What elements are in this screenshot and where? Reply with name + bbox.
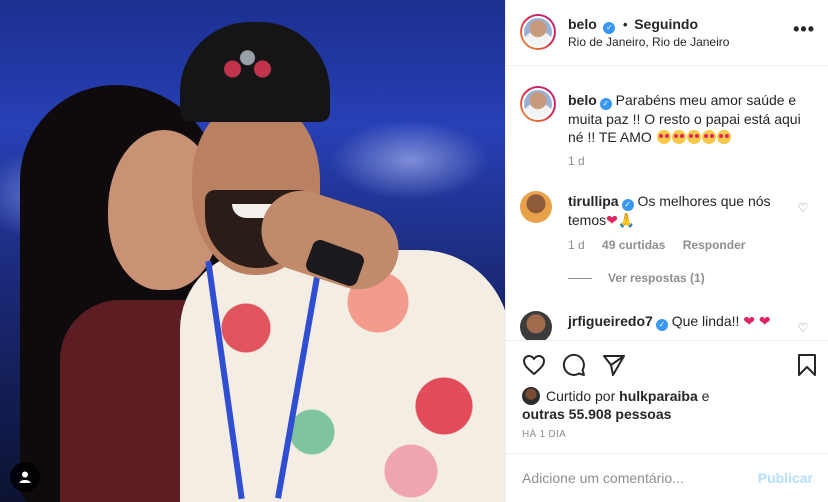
caption-avatar[interactable] [520, 86, 556, 122]
red-heart-emoji-icon: ❤ [743, 313, 756, 329]
verified-badge-icon: ✓ [599, 98, 612, 110]
author-avatar[interactable] [520, 14, 556, 50]
location-link[interactable]: Rio de Janeiro, Rio de Janeiro [568, 35, 729, 49]
publish-button[interactable]: Publicar [758, 470, 813, 486]
likes-summary: Curtido por hulkparaiba e outras 55.908 … [522, 387, 812, 423]
heart-eyes-emoji-icon [716, 130, 731, 144]
more-options-icon[interactable]: ••• [793, 20, 815, 38]
liker-avatar[interactable] [522, 387, 540, 405]
action-bar [522, 353, 817, 379]
liked-by-user[interactable]: hulkparaiba [619, 388, 698, 404]
separator: • [623, 17, 628, 32]
verified-badge-icon: ✓ [603, 22, 616, 34]
comment-username[interactable]: tirullipa [568, 193, 619, 209]
caption-time: 1 d [568, 154, 585, 168]
post-timestamp[interactable]: HÁ 1 DIA [522, 429, 566, 440]
user-tag-icon [19, 471, 31, 483]
following-button[interactable]: Seguindo [634, 16, 698, 32]
liked-by-and: e [701, 388, 710, 404]
share-paper-plane-icon[interactable] [602, 353, 626, 377]
post-photo[interactable] [0, 0, 505, 502]
post-sidebar: belo ✓ • Seguindo Rio de Janeiro, Rio de… [505, 0, 828, 502]
heart-eyes-emoji-icon [656, 130, 671, 144]
verified-badge-icon: ✓ [621, 199, 634, 211]
verified-badge-icon: ✓ [655, 319, 668, 331]
replies-line [568, 278, 592, 280]
caption-text: belo ✓ Parabéns meu amor saúde e muita pa… [568, 91, 808, 146]
liked-by-prefix: Curtido por [546, 388, 616, 404]
add-comment-bar: Publicar [506, 453, 828, 501]
author-username[interactable]: belo [568, 16, 597, 32]
like-heart-icon[interactable] [522, 353, 546, 377]
post-actions: Curtido por hulkparaiba e outras 55.908 … [506, 340, 828, 500]
comment-input[interactable] [522, 468, 742, 488]
photo-floral-shirt [180, 250, 505, 502]
red-heart-emoji-icon: ❤ [758, 313, 771, 329]
reply-button[interactable]: Responder [683, 238, 746, 252]
heart-eyes-emoji-icon [671, 130, 686, 144]
comment-username[interactable]: jrfigueiredo7 [568, 313, 653, 329]
liked-by-others[interactable]: outras 55.908 pessoas [522, 406, 671, 422]
comment-avatar[interactable] [520, 191, 552, 223]
photo-cap-logo [210, 42, 285, 87]
view-replies-button[interactable]: Ver respostas (1) [568, 271, 705, 285]
like-comment-heart-icon[interactable]: ♡ [796, 201, 810, 215]
praying-hands-emoji-icon: 🙏 [617, 212, 636, 228]
save-bookmark-icon[interactable] [795, 353, 819, 377]
comment-avatar[interactable] [520, 311, 552, 340]
comment-time: 1 d [568, 238, 585, 252]
heart-eyes-emoji-icon [686, 130, 701, 144]
comment-text: jrfigueiredo7 ✓ Que linda!! ❤ ❤ [568, 312, 798, 331]
user-tag-button[interactable] [10, 462, 40, 492]
post-header: belo ✓ • Seguindo Rio de Janeiro, Rio de… [506, 0, 828, 66]
comments-list[interactable]: belo ✓ Parabéns meu amor saúde e muita pa… [506, 66, 828, 340]
comment-meta: 1 d 49 curtidas Responder [568, 238, 759, 252]
red-heart-emoji-icon: ❤ [606, 212, 618, 228]
stage-light [330, 120, 490, 200]
comment-text: tirullipa ✓ Os melhores que nós temos❤🙏 [568, 192, 798, 229]
heart-eyes-emoji-icon [701, 130, 716, 144]
caption-username[interactable]: belo [568, 92, 597, 108]
comment-bubble-icon[interactable] [562, 353, 586, 377]
view-replies-label: Ver respostas (1) [608, 271, 705, 285]
like-comment-heart-icon[interactable]: ♡ [796, 321, 810, 335]
comment-likes[interactable]: 49 curtidas [602, 238, 665, 252]
comment-body: Que linda!! [671, 313, 740, 329]
